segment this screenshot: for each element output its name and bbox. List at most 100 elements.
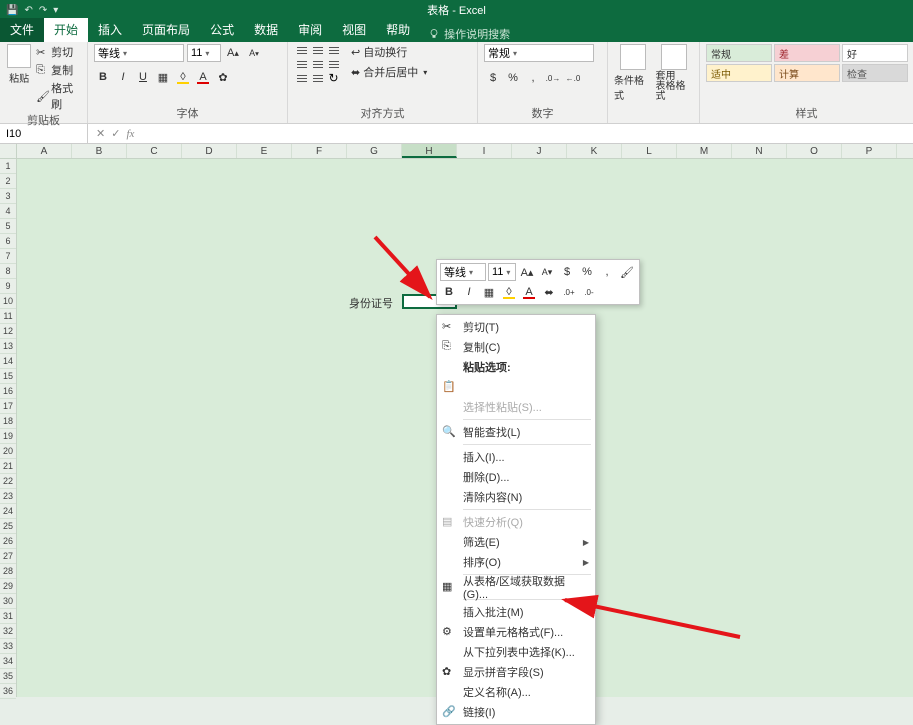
ctx-insert-comment[interactable]: 插入批注(M) xyxy=(437,602,595,622)
row-header-24[interactable]: 24 xyxy=(0,504,16,519)
font-size-combo[interactable]: 11▾ xyxy=(187,44,221,62)
ctx-insert[interactable]: 插入(I)... xyxy=(437,447,595,467)
align-right-button[interactable] xyxy=(326,58,341,70)
ctx-paste-default[interactable]: 📋 xyxy=(437,377,595,397)
tab-review[interactable]: 审阅 xyxy=(288,18,332,42)
increase-indent-button[interactable] xyxy=(310,72,325,84)
column-header-K[interactable]: K xyxy=(567,144,622,158)
row-header-14[interactable]: 14 xyxy=(0,354,16,369)
ctx-clear[interactable]: 清除内容(N) xyxy=(437,487,595,507)
column-header-H[interactable]: H xyxy=(402,144,457,158)
row-header-25[interactable]: 25 xyxy=(0,519,16,534)
format-as-table-button[interactable]: 套用 表格格式 xyxy=(656,44,694,102)
fill-color-button[interactable]: ◊ xyxy=(174,68,192,86)
row-header-28[interactable]: 28 xyxy=(0,564,16,579)
column-header-O[interactable]: O xyxy=(787,144,842,158)
underline-button[interactable]: U xyxy=(134,68,152,86)
format-painter-button[interactable]: 🖌格式刷 xyxy=(36,80,81,112)
mini-percent-button[interactable]: % xyxy=(578,263,596,281)
phonetic-guide-button[interactable]: ✿ xyxy=(214,68,232,86)
mini-fill-button[interactable]: ◊ xyxy=(500,283,518,301)
tab-formulas[interactable]: 公式 xyxy=(200,18,244,42)
percent-format-button[interactable]: % xyxy=(504,69,522,87)
undo-icon[interactable]: ↶ xyxy=(24,5,32,16)
row-header-34[interactable]: 34 xyxy=(0,654,16,669)
row-header-5[interactable]: 5 xyxy=(0,219,16,234)
row-header-33[interactable]: 33 xyxy=(0,639,16,654)
comma-format-button[interactable]: , xyxy=(524,69,542,87)
row-header-26[interactable]: 26 xyxy=(0,534,16,549)
column-header-F[interactable]: F xyxy=(292,144,347,158)
row-header-2[interactable]: 2 xyxy=(0,174,16,189)
row-header-6[interactable]: 6 xyxy=(0,234,16,249)
row-header-22[interactable]: 22 xyxy=(0,474,16,489)
conditional-formatting-button[interactable]: 条件格式 xyxy=(614,44,652,102)
row-header-31[interactable]: 31 xyxy=(0,609,16,624)
font-name-combo[interactable]: 等线▾ xyxy=(94,44,184,62)
fx-icon[interactable]: fx xyxy=(126,128,134,140)
ctx-sort[interactable]: 排序(O)▶ xyxy=(437,552,595,572)
tab-data[interactable]: 数据 xyxy=(244,18,288,42)
row-header-23[interactable]: 23 xyxy=(0,489,16,504)
spreadsheet-grid[interactable]: 1234567891011121314151617181920212223242… xyxy=(0,144,913,697)
row-header-4[interactable]: 4 xyxy=(0,204,16,219)
align-middle-button[interactable] xyxy=(310,44,325,56)
tab-help[interactable]: 帮助 xyxy=(376,18,420,42)
save-icon[interactable]: 💾 xyxy=(6,5,18,16)
tab-insert[interactable]: 插入 xyxy=(88,18,132,42)
column-header-G[interactable]: G xyxy=(347,144,402,158)
style-check[interactable]: 检查 xyxy=(842,64,908,82)
cut-button[interactable]: ✂剪切 xyxy=(36,44,81,60)
italic-button[interactable]: I xyxy=(114,68,132,86)
column-header-L[interactable]: L xyxy=(622,144,677,158)
increase-font-button[interactable]: A▴ xyxy=(224,44,242,62)
mini-bold-button[interactable]: B xyxy=(440,283,458,301)
style-normal[interactable]: 常规 xyxy=(706,44,772,62)
mini-font-combo[interactable]: 等线▾ xyxy=(440,263,486,281)
column-header-N[interactable]: N xyxy=(732,144,787,158)
bold-button[interactable]: B xyxy=(94,68,112,86)
mini-inc-decimal-button[interactable]: .0+ xyxy=(560,283,578,301)
cancel-icon[interactable]: ✕ xyxy=(96,127,105,140)
row-header-20[interactable]: 20 xyxy=(0,444,16,459)
style-neutral[interactable]: 适中 xyxy=(706,64,772,82)
mini-dec-decimal-button[interactable]: .0- xyxy=(580,283,598,301)
ctx-delete[interactable]: 删除(D)... xyxy=(437,467,595,487)
row-header-27[interactable]: 27 xyxy=(0,549,16,564)
row-header-11[interactable]: 11 xyxy=(0,309,16,324)
mini-comma-button[interactable]: , xyxy=(598,263,616,281)
row-header-8[interactable]: 8 xyxy=(0,264,16,279)
name-box[interactable]: I10 xyxy=(0,124,88,143)
align-bottom-button[interactable] xyxy=(326,44,341,56)
mini-italic-button[interactable]: I xyxy=(460,283,478,301)
row-header-9[interactable]: 9 xyxy=(0,279,16,294)
accounting-format-button[interactable]: $ xyxy=(484,69,502,87)
row-header-30[interactable]: 30 xyxy=(0,594,16,609)
tab-file[interactable]: 文件 xyxy=(0,18,44,42)
number-format-combo[interactable]: 常规▾ xyxy=(484,44,594,62)
merge-center-button[interactable]: ⬌合并后居中▾ xyxy=(351,64,427,80)
orientation-button[interactable]: ↻ xyxy=(326,72,341,84)
row-header-12[interactable]: 12 xyxy=(0,324,16,339)
row-header-15[interactable]: 15 xyxy=(0,369,16,384)
row-header-10[interactable]: 10 xyxy=(0,294,16,309)
copy-button[interactable]: ⎘复制 xyxy=(36,62,81,78)
row-header-17[interactable]: 17 xyxy=(0,399,16,414)
style-bad[interactable]: 差 xyxy=(774,44,840,62)
row-header-32[interactable]: 32 xyxy=(0,624,16,639)
ctx-cut[interactable]: ✂剪切(T) xyxy=(437,317,595,337)
row-header-7[interactable]: 7 xyxy=(0,249,16,264)
row-header-3[interactable]: 3 xyxy=(0,189,16,204)
mini-format-painter-button[interactable]: 🖌 xyxy=(618,263,636,281)
column-header-J[interactable]: J xyxy=(512,144,567,158)
mini-border-button[interactable]: ▦ xyxy=(480,283,498,301)
border-button[interactable]: ▦ xyxy=(154,68,172,86)
column-header-B[interactable]: B xyxy=(72,144,127,158)
ctx-smart-lookup[interactable]: 🔍智能查找(L) xyxy=(437,422,595,442)
row-header-21[interactable]: 21 xyxy=(0,459,16,474)
ctx-phonetic[interactable]: ✿显示拼音字段(S) xyxy=(437,662,595,682)
column-header-M[interactable]: M xyxy=(677,144,732,158)
row-header-13[interactable]: 13 xyxy=(0,339,16,354)
mini-accounting-button[interactable]: $ xyxy=(558,263,576,281)
ctx-define-name[interactable]: 定义名称(A)... xyxy=(437,682,595,702)
